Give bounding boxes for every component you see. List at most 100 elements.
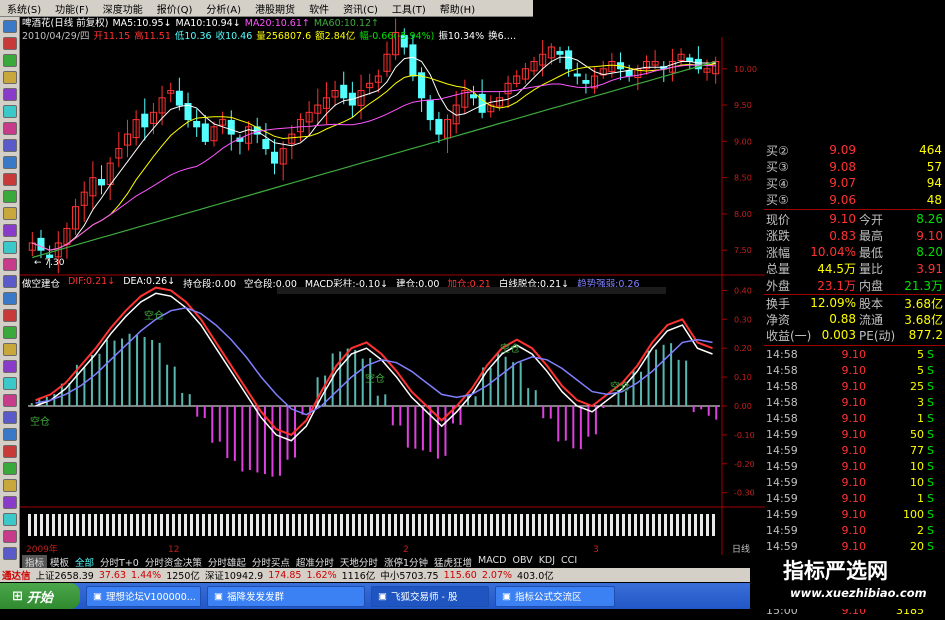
toolbar-icon[interactable]: [3, 20, 17, 33]
indicator-tab[interactable]: 猛虎狂增: [431, 555, 475, 569]
toolbar-icon[interactable]: [3, 479, 17, 492]
toolbar-icon[interactable]: [3, 292, 17, 305]
stat-value: 0.83: [829, 228, 856, 243]
toolbar-icon[interactable]: [3, 462, 17, 475]
menu-item-9[interactable]: 帮助(H): [433, 1, 482, 16]
indicator-tab[interactable]: MACD: [475, 555, 509, 568]
toolbar-icon[interactable]: [3, 156, 17, 169]
indicator-tab[interactable]: 分时资金决策: [142, 555, 205, 569]
quote-separator: [764, 345, 945, 346]
volume-bar: [670, 514, 673, 536]
indicator-tab[interactable]: KDJ: [536, 555, 558, 568]
volume-bar: [202, 514, 205, 536]
indicator-tab[interactable]: 分时雄起: [205, 555, 249, 569]
indicator-tab[interactable]: 天地分时: [337, 555, 381, 569]
tick-time: 14:58: [766, 412, 798, 425]
volume-bar: [658, 514, 661, 536]
toolbar-icon[interactable]: [3, 326, 17, 339]
volume-bar: [712, 514, 715, 536]
indicator-tab[interactable]: OBV: [509, 555, 535, 568]
indicator-tab[interactable]: 分时买点: [249, 555, 293, 569]
menu-item-6[interactable]: 软件: [302, 1, 336, 16]
toolbar-icon[interactable]: [3, 428, 17, 441]
toolbar-icon[interactable]: [3, 139, 17, 152]
toolbar-icon[interactable]: [3, 105, 17, 118]
indicator-tab[interactable]: CCI: [558, 555, 580, 568]
candle: [573, 62, 581, 85]
bid-level: 买⑤: [766, 193, 789, 207]
volume-bar: [142, 514, 145, 536]
tick-side: S: [927, 396, 934, 409]
toolbar-icon[interactable]: [3, 309, 17, 322]
stat-row: 涨跌 0.83 最高 9.10: [764, 228, 945, 244]
volume-bar: [238, 514, 241, 536]
toolbar-icon[interactable]: [3, 394, 17, 407]
toolbar-icon[interactable]: [3, 377, 17, 390]
macd-label-3: 持仓段:0.00: [183, 279, 237, 289]
indicator-tab[interactable]: 全部: [72, 555, 97, 569]
info-field-4: MA60:10.12↑: [313, 18, 380, 29]
volume-bar: [568, 514, 571, 536]
menu-item-0[interactable]: 系统(S): [0, 1, 48, 16]
tick-volume: 5: [917, 348, 924, 361]
toolbar-icon[interactable]: [3, 88, 17, 101]
toolbar-icon[interactable]: [3, 173, 17, 186]
menu-item-1[interactable]: 功能(F): [48, 1, 96, 16]
ma20-line: [32, 64, 716, 251]
indicator-tab[interactable]: 分时T+0: [97, 555, 142, 569]
volume-bar: [598, 514, 601, 536]
toolbar-icon[interactable]: [3, 54, 17, 67]
ticker-item: 37.63: [98, 569, 127, 581]
toolbar-icon[interactable]: [3, 445, 17, 458]
toolbar-icon[interactable]: [3, 411, 17, 424]
volume-bar: [634, 514, 637, 536]
toolbar-icon[interactable]: [3, 530, 17, 543]
taskbar-task[interactable]: ▣ 飞狐交易师 - 股: [371, 585, 489, 607]
indicator-tab[interactable]: 超准分时: [293, 555, 337, 569]
indicator-tab[interactable]: 模板: [47, 555, 72, 569]
candle: [158, 85, 166, 126]
menu-item-2[interactable]: 深度功能: [96, 1, 150, 16]
volume-bar: [358, 514, 361, 536]
volume-bar: [118, 514, 121, 536]
toolbar-icon[interactable]: [3, 224, 17, 237]
menu-item-7[interactable]: 资讯(C): [336, 1, 385, 16]
toolbar-icon[interactable]: [3, 190, 17, 203]
toolbar-icon[interactable]: [3, 122, 17, 135]
stat-key: 内盘: [859, 278, 884, 293]
task-app-icon: ▣: [93, 590, 102, 602]
toolbar-icon[interactable]: [3, 496, 17, 509]
taskbar-task[interactable]: ▣ 指标公式交流区: [495, 585, 615, 607]
tick-price: 9.10: [841, 492, 867, 505]
toolbar-icon[interactable]: [3, 547, 17, 560]
macd-tick-label: 0.00: [734, 402, 752, 411]
ma5-line: [32, 56, 716, 251]
indicator-tab[interactable]: 涨停1分钟: [381, 555, 431, 569]
toolbar-icon[interactable]: [3, 343, 17, 356]
taskbar-task[interactable]: ▣ 福降发发发群: [207, 585, 365, 607]
indicator-tab[interactable]: 指标: [22, 555, 48, 569]
start-button[interactable]: ⊞ 开始: [0, 583, 80, 609]
toolbar-icon[interactable]: [3, 513, 17, 526]
toolbar-icon[interactable]: [3, 241, 17, 254]
taskbar: ⊞ 开始 ▣ 理想论坛V100000... ▣ 福降发发发群 ▣ 飞狐交易师 - 股 ▣ 指标公…: [0, 583, 750, 609]
menu-item-4[interactable]: 分析(A): [199, 1, 248, 16]
toolbar-icon[interactable]: [3, 37, 17, 50]
volume-bar: [676, 514, 679, 536]
candle: [89, 161, 97, 211]
toolbar-icon[interactable]: [3, 360, 17, 373]
menu-item-5[interactable]: 港股期货: [248, 1, 302, 16]
tick-side: S: [927, 492, 934, 505]
info-field-3: MA20:10.61↑: [244, 18, 310, 29]
axis-month-label: 3: [593, 545, 599, 555]
tick-volume: 25: [910, 380, 924, 393]
volume-bar: [526, 514, 529, 536]
candle: [115, 131, 123, 168]
taskbar-task[interactable]: ▣ 理想论坛V100000...: [86, 585, 201, 607]
toolbar-icon[interactable]: [3, 71, 17, 84]
toolbar-icon[interactable]: [3, 258, 17, 271]
menu-item-8[interactable]: 工具(T): [385, 1, 433, 16]
menu-item-3[interactable]: 报价(Q): [150, 1, 200, 16]
toolbar-icon[interactable]: [3, 275, 17, 288]
toolbar-icon[interactable]: [3, 207, 17, 220]
